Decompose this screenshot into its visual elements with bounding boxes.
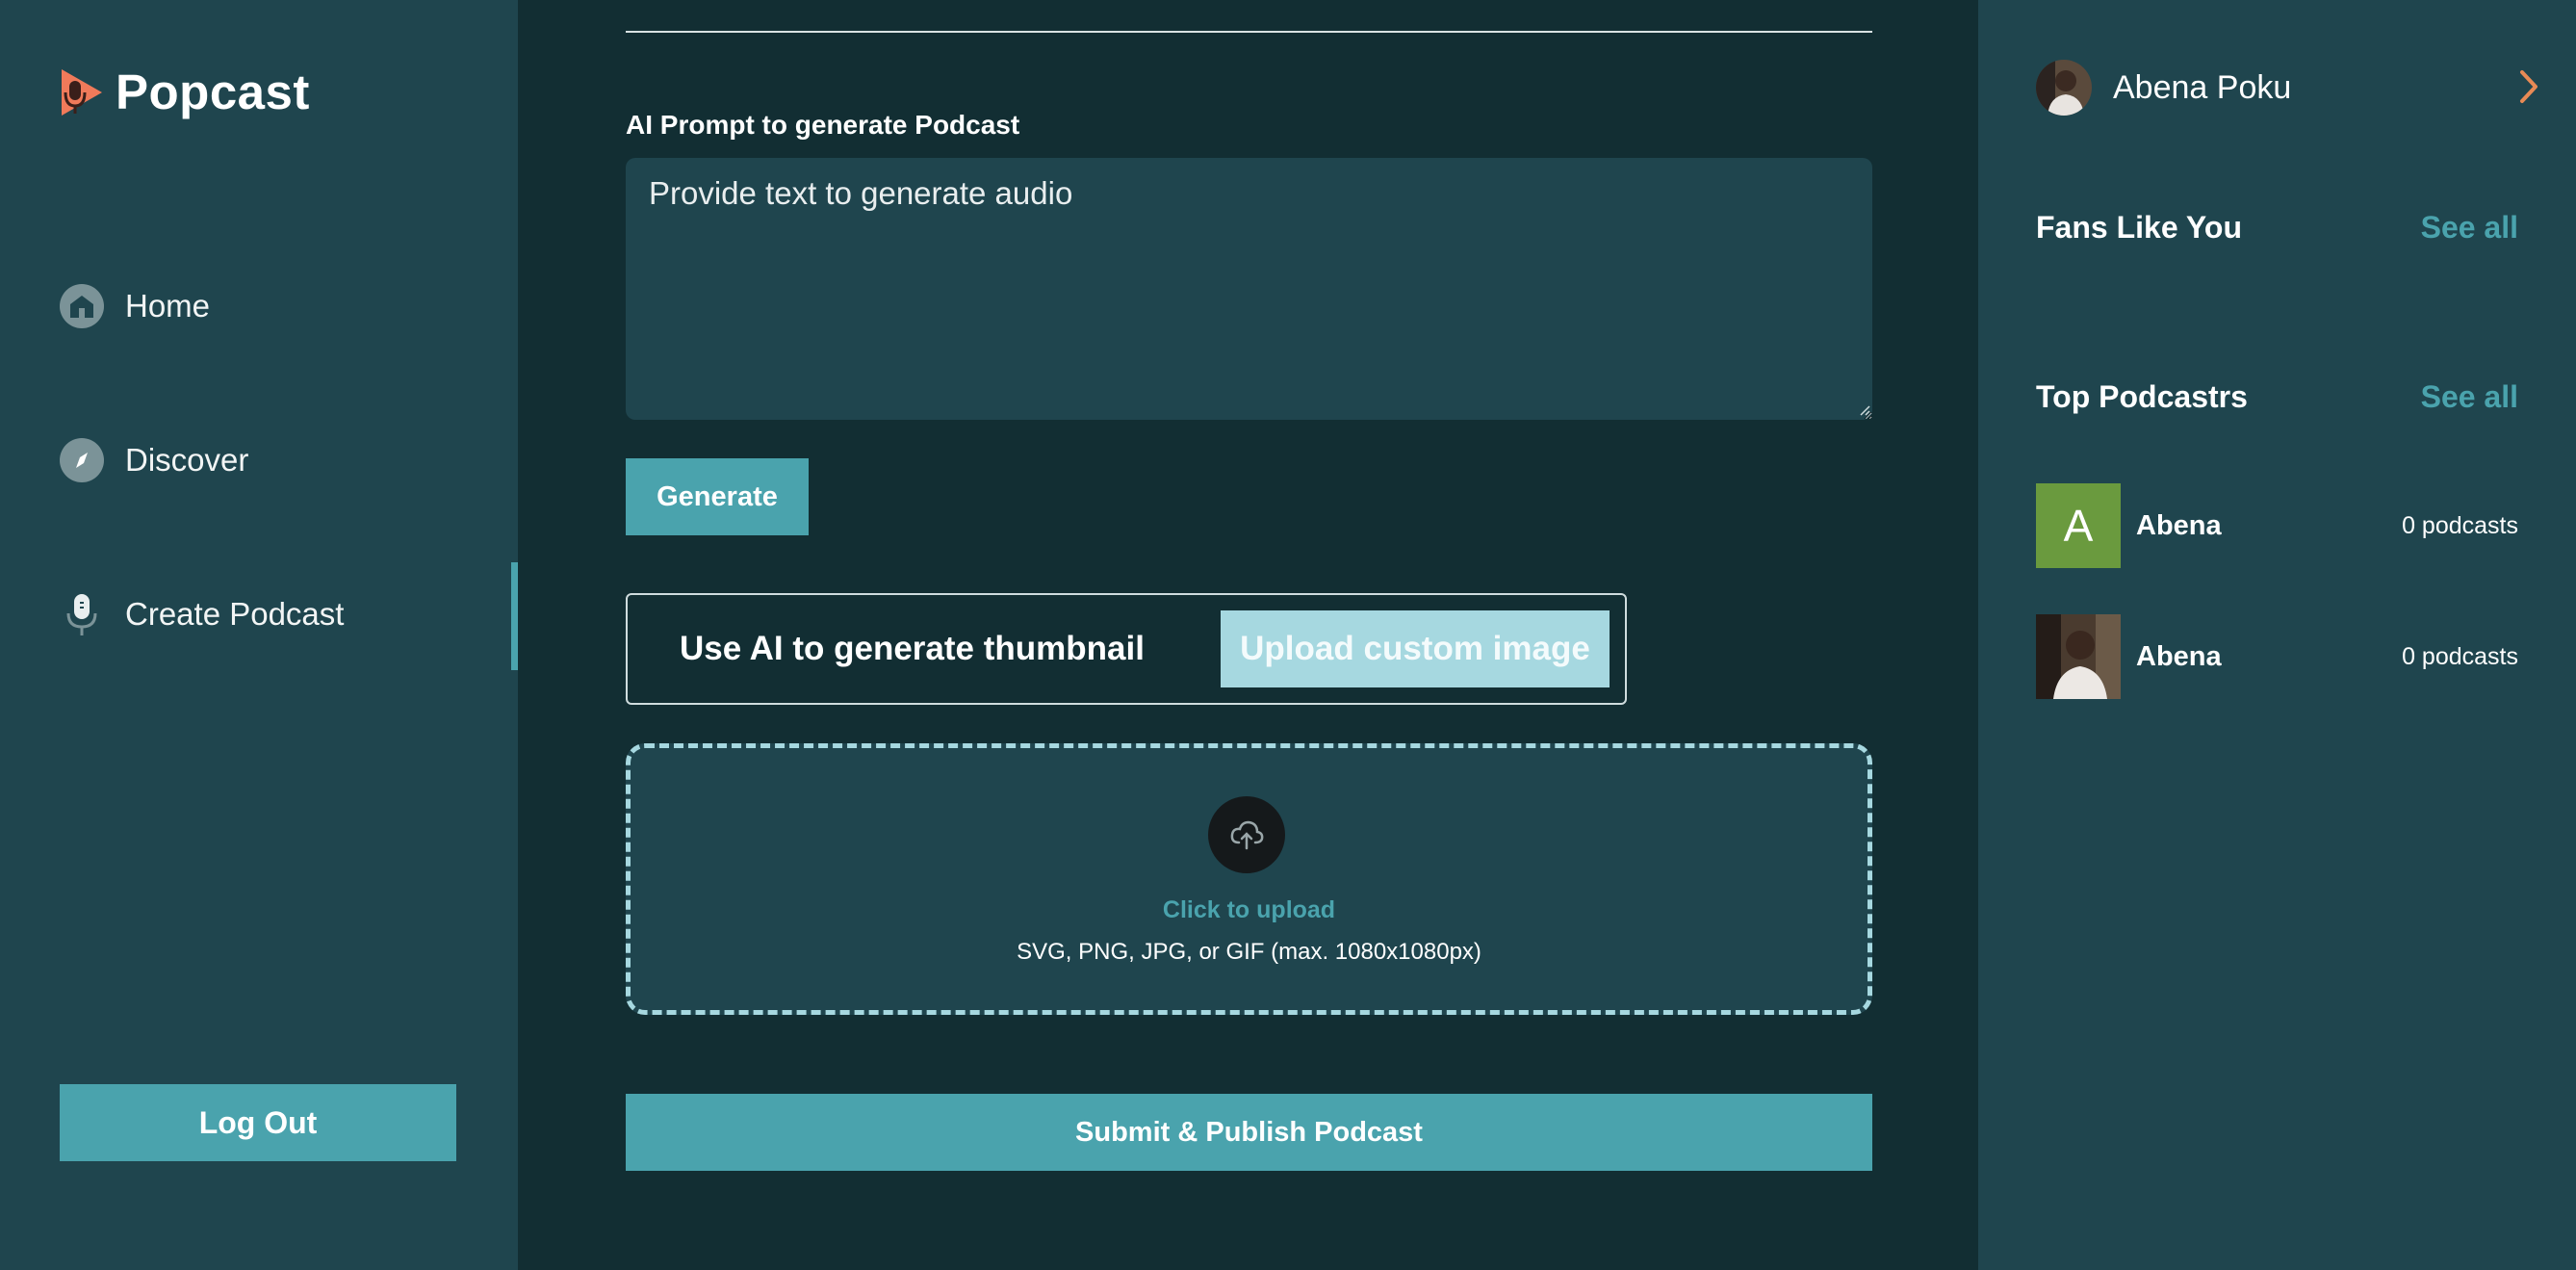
podcaster-name: Abena — [2136, 640, 2222, 672]
image-upload-dropzone[interactable]: Click to upload SVG, PNG, JPG, or GIF (m… — [626, 743, 1872, 1015]
user-name: Abena Poku — [2113, 68, 2292, 106]
top-podcaster-row[interactable]: A Abena 0 podcasts — [2036, 483, 2518, 568]
right-sidebar: Abena Poku Fans Like You See all Top Pod… — [1978, 0, 2576, 1270]
generate-button[interactable]: Generate — [626, 458, 809, 535]
avatar: A — [2036, 483, 2121, 568]
prompt-label: AI Prompt to generate Podcast — [626, 110, 1020, 140]
logo[interactable]: Popcast — [58, 64, 310, 120]
chevron-right-icon[interactable] — [2517, 67, 2540, 106]
home-icon — [60, 284, 104, 328]
resize-handle-icon[interactable] — [1859, 404, 1870, 416]
compass-icon — [60, 438, 104, 482]
upload-hint-text: SVG, PNG, JPG, or GIF (max. 1080x1080px) — [1017, 939, 1481, 965]
sidebar-item-label: Discover — [125, 442, 249, 478]
avatar — [2036, 60, 2092, 116]
app-name: Popcast — [116, 65, 310, 119]
sidebar-item-discover[interactable]: Discover — [60, 431, 518, 489]
ai-prompt-textarea[interactable] — [626, 158, 1872, 420]
popcast-logo-icon — [62, 68, 102, 116]
top-podcasters-title: Top Podcastrs — [2036, 379, 2248, 414]
upload-cloud-icon — [1208, 796, 1285, 873]
avatar — [2036, 614, 2121, 699]
podcast-count: 0 podcasts — [2402, 511, 2518, 539]
app-root: Popcast Home Discover Create Podcast Log… — [0, 0, 2576, 1270]
use-ai-thumbnail-option[interactable]: Use AI to generate thumbnail — [680, 595, 1145, 703]
submit-publish-button[interactable]: Submit & Publish Podcast — [626, 1094, 1872, 1171]
upload-custom-image-option[interactable]: Upload custom image — [1221, 610, 1610, 687]
sidebar-item-create-podcast[interactable]: Create Podcast — [60, 562, 518, 670]
top-podcaster-row[interactable]: Abena 0 podcasts — [2036, 614, 2518, 699]
sidebar-item-label: Home — [125, 288, 211, 324]
podcaster-name: Abena — [2136, 509, 2222, 541]
top-podcasters-see-all-link[interactable]: See all — [2421, 379, 2518, 415]
divider — [626, 31, 1872, 33]
sidebar-item-home[interactable]: Home — [60, 277, 518, 335]
left-sidebar: Popcast Home Discover Create Podcast Log… — [0, 0, 518, 1270]
fans-like-you-title: Fans Like You — [2036, 210, 2242, 245]
user-profile-link[interactable]: Abena Poku — [2036, 60, 2291, 116]
create-podcast-form: AI Prompt to generate Podcast Generate U… — [518, 0, 1978, 1270]
fans-see-all-link[interactable]: See all — [2421, 210, 2518, 246]
click-to-upload-link[interactable]: Click to upload — [631, 896, 1868, 924]
logout-button[interactable]: Log Out — [60, 1084, 456, 1161]
sidebar-item-label: Create Podcast — [125, 596, 345, 632]
thumbnail-mode-toggle: Use AI to generate thumbnail Upload cust… — [626, 593, 1627, 705]
podcast-count: 0 podcasts — [2402, 642, 2518, 670]
microphone-icon — [60, 592, 104, 636]
